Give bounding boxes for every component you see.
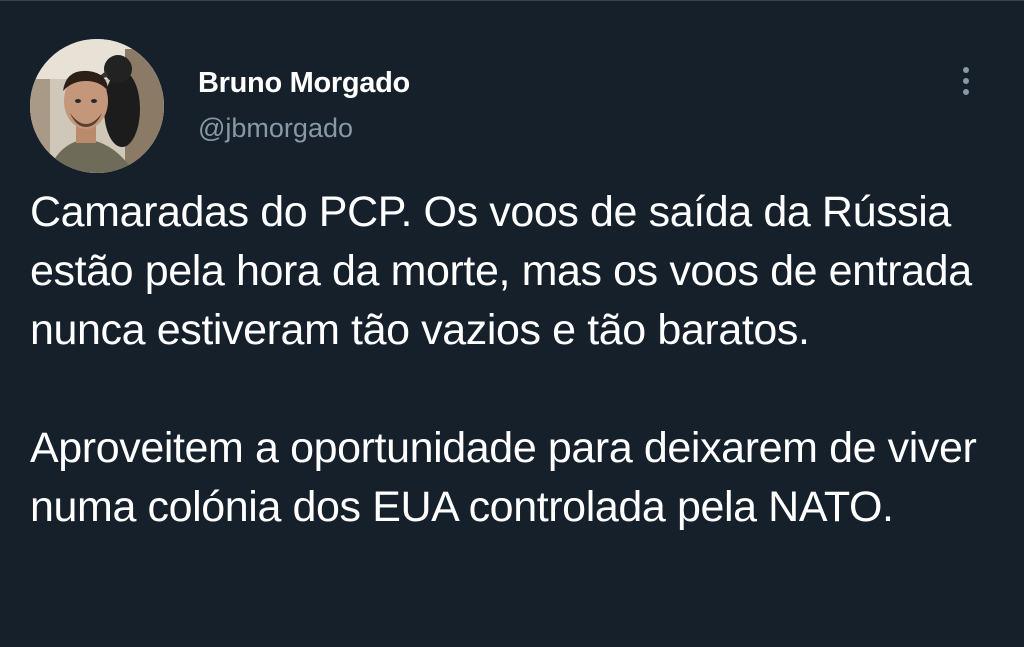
more-dot [963,67,969,73]
author-display-name[interactable]: Bruno Morgado [198,65,410,101]
tweet-paragraph-2: Aproveitem a oportunidade para deixarem … [30,424,977,531]
tweet-text: Camaradas do PCP. Os voos de saída da Rú… [30,183,990,537]
more-dot [963,89,969,95]
author-handle[interactable]: @jbmorgado [198,111,410,145]
tweet-paragraph-1: Camaradas do PCP. Os voos de saída da Rú… [30,188,972,354]
avatar-photo [30,39,164,173]
more-vertical-icon[interactable] [950,59,982,103]
avatar[interactable] [30,39,164,173]
author-info: Bruno Morgado @jbmorgado [198,65,410,145]
more-dot [963,78,969,84]
tweet-card: Bruno Morgado @jbmorgado Camaradas do PC… [0,0,1024,647]
tweet-header: Bruno Morgado @jbmorgado [30,39,994,179]
